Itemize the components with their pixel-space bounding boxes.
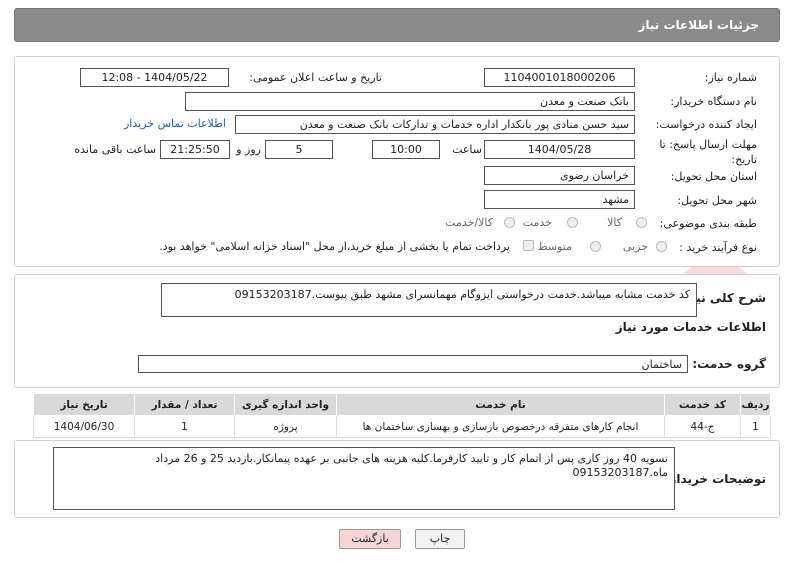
services-section-title: اطلاعات خدمات مورد نیاز xyxy=(615,320,766,334)
page-header: جزئیات اطلاعات نیاز xyxy=(14,8,780,42)
cell-unit: پروژه xyxy=(234,415,337,438)
col-name: نام خدمت xyxy=(336,393,665,416)
col-code: کد خدمت xyxy=(664,393,741,416)
buyer-org-label: نام دستگاه خریدار: xyxy=(670,95,757,108)
category-option-service: خدمت xyxy=(522,216,552,229)
time-label: ساعت xyxy=(452,143,482,156)
buyer-notes-text: تسویه 40 روز کاری پس از اتمام کار و تایی… xyxy=(53,447,675,510)
services-table: ردیف کد خدمت نام خدمت واحد اندازه گیری ت… xyxy=(33,393,771,438)
process-radio-minor[interactable] xyxy=(656,241,667,252)
col-date: تاریخ نیاز xyxy=(33,393,135,416)
remaining-label: ساعت باقی مانده xyxy=(74,143,156,156)
table-row: 1 ج-44 انجام کارهای متفرقه درخصوص بازساز… xyxy=(33,415,771,438)
col-unit: واحد اندازه گیری xyxy=(234,393,337,416)
category-label: طبقه بندی موضوعی: xyxy=(659,217,757,230)
col-qty: تعداد / مقدار xyxy=(134,393,235,416)
need-number-label: شماره نیاز: xyxy=(704,71,757,84)
creator-label: ایجاد کننده درخواست: xyxy=(655,118,757,131)
cell-row: 1 xyxy=(740,415,771,438)
cell-name: انجام کارهای متفرقه درخصوص بازسازی و بهس… xyxy=(336,415,665,438)
contact-buyer-link[interactable]: اطلاعات تماس خریدار xyxy=(124,117,226,130)
need-number-field: 1104001018000206 xyxy=(484,68,635,87)
announce-label: تاریخ و ساعت اعلان عمومی: xyxy=(249,71,382,84)
cell-code: ج-44 xyxy=(664,415,741,438)
service-group-field: ساختمان xyxy=(138,355,688,373)
days-field: 5 xyxy=(265,140,333,159)
deadline-label: مهلت ارسال پاسخ: تا تاریخ: xyxy=(659,138,757,166)
remaining-time-field: 21:25:50 xyxy=(160,140,230,159)
process-option-medium: متوسط xyxy=(537,240,572,253)
city-field: مشهد xyxy=(484,190,635,209)
days-label: روز و xyxy=(236,143,261,156)
process-option-minor: جزیی xyxy=(622,240,648,253)
announce-field: 1404/05/22 - 12:08 xyxy=(80,68,229,87)
province-label: استان محل تحویل: xyxy=(670,170,757,183)
category-option-goods: کالا xyxy=(607,216,622,229)
service-group-label: گروه خدمت: xyxy=(692,357,766,371)
cell-qty: 1 xyxy=(134,415,235,438)
payment-note: پرداخت تمام یا بخشی از مبلغ خرید،از محل … xyxy=(159,240,510,253)
category-radio-service[interactable] xyxy=(567,217,578,228)
col-row: ردیف xyxy=(740,393,771,416)
creator-field: سید حسن منادی پور بانکدار اداره خدمات و … xyxy=(235,115,635,134)
province-field: خراسان رضوی xyxy=(484,166,635,185)
cell-date: 1404/06/30 xyxy=(33,415,135,438)
deadline-date-field: 1404/05/28 xyxy=(484,140,635,159)
back-button[interactable]: بازگشت xyxy=(339,529,401,549)
category-radio-goods[interactable] xyxy=(636,217,647,228)
buyer-notes-label: توضیحات خریدار: xyxy=(664,472,766,486)
print-button[interactable]: چاپ xyxy=(415,529,465,549)
deadline-time-field: 10:00 xyxy=(372,140,440,159)
process-radio-medium[interactable] xyxy=(590,241,601,252)
category-option-goods-service: کالا/خدمت xyxy=(445,216,493,229)
process-label: نوع فرآیند خرید : xyxy=(679,241,757,254)
city-label: شهر محل تحویل: xyxy=(677,194,757,207)
payment-checkbox[interactable] xyxy=(523,240,534,251)
buyer-org-field: بانک صنعت و معدن xyxy=(185,92,635,111)
page-title: جزئیات اطلاعات نیاز xyxy=(638,18,759,32)
category-radio-goods-service[interactable] xyxy=(504,217,515,228)
description-text: کد خدمت مشابه میباشد.خدمت درخواستی ایزوگ… xyxy=(161,283,697,317)
